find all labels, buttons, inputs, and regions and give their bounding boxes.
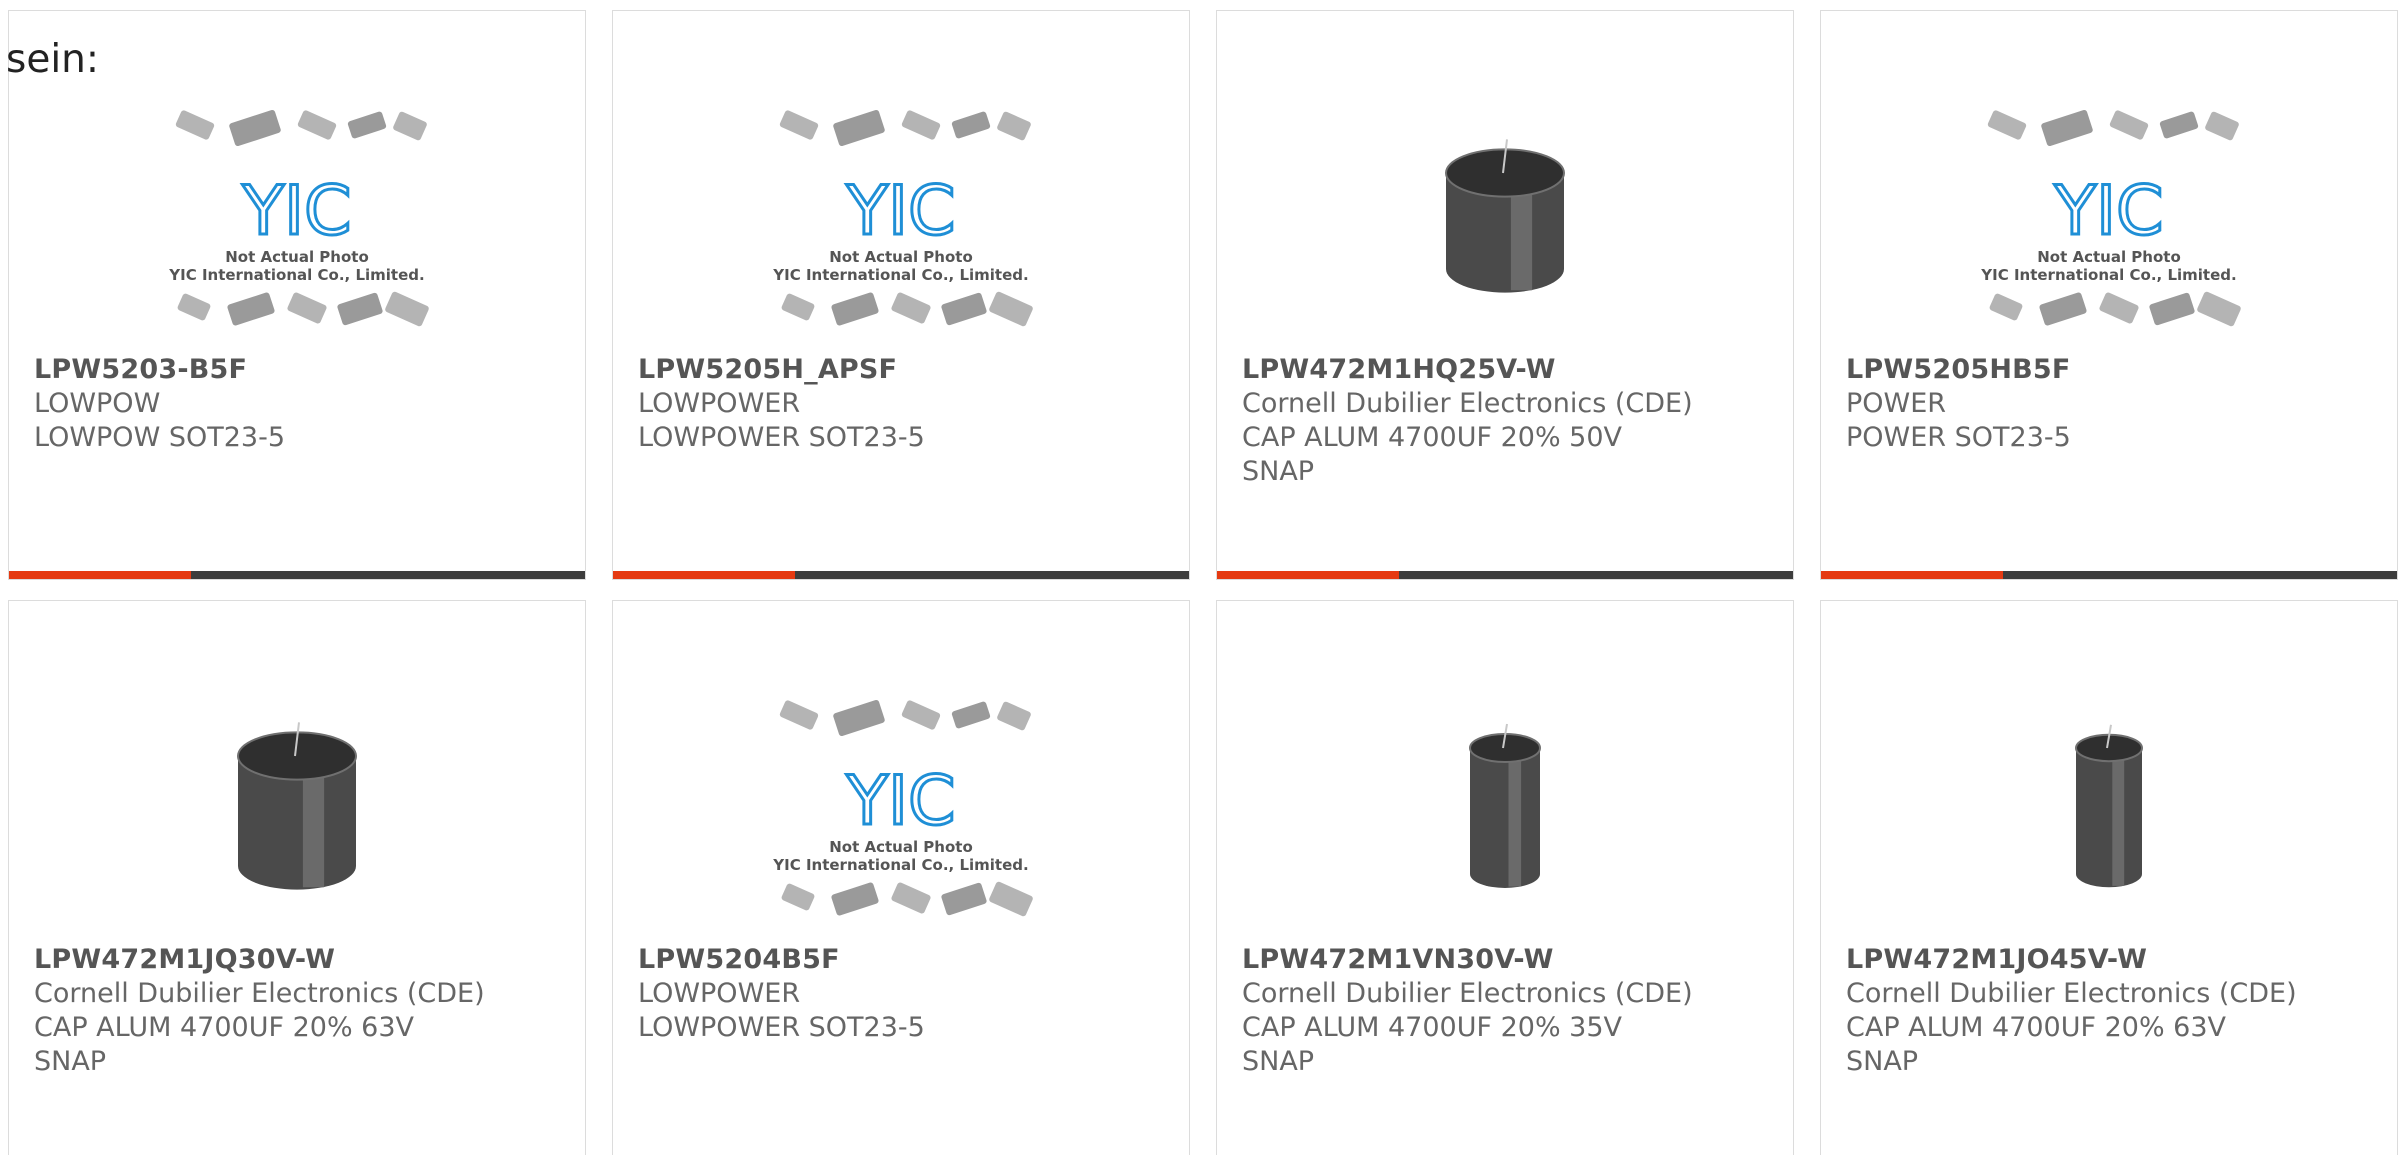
yic-logo-graphic: YICNot Actual PhotoYIC International Co.… — [772, 699, 1033, 917]
yic-placeholder-image: YIC Not Actual Photo YIC International Co.… — [1971, 96, 2247, 346]
product-card[interactable]: LPW472M1VN30V-W Cornell Dubilier Electro… — [1216, 600, 1794, 1155]
manufacturer-name: Cornell Dubilier Electronics (CDE) — [1242, 388, 1693, 419]
capacitor-graphic — [1445, 139, 1565, 293]
product-card[interactable]: LPW472M1JQ30V-W Cornell Dubilier Electro… — [8, 600, 586, 1155]
manufacturer-name: Cornell Dubilier Electronics (CDE) — [1242, 978, 1693, 1009]
card-footer-bar — [613, 571, 1189, 579]
card-accent-bar — [1217, 571, 1399, 579]
product-description: LOWPOWER SOT23-5 — [638, 1012, 925, 1043]
capacitor-image — [1367, 686, 1643, 936]
manufacturer-name: Cornell Dubilier Electronics (CDE) — [34, 978, 485, 1009]
product-card[interactable]: LPW472M1JO45V-W Cornell Dubilier Electro… — [1820, 600, 2398, 1155]
yic-placeholder-image: YIC Not Actual Photo YIC International Co.… — [159, 96, 435, 346]
yic-logo-graphic: YICNot Actual PhotoYIC International Co.… — [168, 109, 429, 327]
part-number-link[interactable]: LPW472M1VN30V-W — [1242, 943, 1773, 977]
capacitor-graphic — [1469, 723, 1541, 888]
part-number-link[interactable]: LPW5204B5F — [638, 943, 1169, 977]
product-card[interactable]: YIC Not Actual Photo YIC International Co.… — [612, 10, 1190, 580]
product-description: CAP ALUM 4700UF 20% 63V SNAP — [34, 1012, 415, 1077]
placeholder-company: YIC International Co., Limited. — [772, 856, 1028, 874]
part-number-link[interactable]: LPW5203-B5F — [34, 353, 565, 387]
placeholder-company: YIC International Co., Limited. — [1980, 266, 2236, 284]
capacitor-image — [159, 686, 435, 936]
manufacturer-name: Cornell Dubilier Electronics (CDE) — [1846, 978, 2297, 1009]
placeholder-caption: Not Actual Photo — [829, 248, 973, 266]
manufacturer-name: LOWPOWER — [638, 388, 801, 419]
part-number-link[interactable]: LPW5205H_APSF — [638, 353, 1169, 387]
product-description: LOWPOW SOT23-5 — [34, 422, 286, 453]
placeholder-company: YIC International Co., Limited. — [772, 266, 1028, 284]
product-card[interactable]: YIC Not Actual Photo YIC International Co.… — [1820, 10, 2398, 580]
card-accent-bar — [9, 571, 191, 579]
yic-logo-graphic: YICNot Actual PhotoYIC International Co.… — [772, 109, 1033, 327]
product-description: POWER SOT23-5 — [1846, 422, 2071, 453]
yic-logo-graphic: YICNot Actual PhotoYIC International Co.… — [1980, 109, 2241, 327]
placeholder-caption: Not Actual Photo — [2037, 248, 2181, 266]
placeholder-caption: Not Actual Photo — [829, 838, 973, 856]
card-footer-bar — [9, 571, 585, 579]
placeholder-company: YIC International Co., Limited. — [168, 266, 424, 284]
part-number-link[interactable]: LPW5205HB5F — [1846, 353, 2377, 387]
part-number-link[interactable]: LPW472M1JQ30V-W — [34, 943, 565, 977]
manufacturer-name: LOWPOWER — [638, 978, 801, 1009]
yic-logo-text: YIC — [2053, 172, 2163, 251]
product-description: LOWPOWER SOT23-5 — [638, 422, 925, 453]
capacitor-image — [1971, 686, 2247, 936]
intro-text: sein: — [6, 37, 100, 82]
manufacturer-name: LOWPOW — [34, 388, 161, 419]
yic-logo-text: YIC — [845, 172, 955, 251]
product-description: CAP ALUM 4700UF 20% 63V SNAP — [1846, 1012, 2227, 1077]
capacitor-image — [1367, 96, 1643, 346]
yic-logo-text: YIC — [241, 172, 351, 251]
part-number-link[interactable]: LPW472M1JO45V-W — [1846, 943, 2377, 977]
capacitor-graphic — [237, 722, 357, 890]
card-footer-bar — [1217, 571, 1793, 579]
card-accent-bar — [613, 571, 795, 579]
product-card[interactable]: YIC Not Actual Photo YIC International Co.… — [612, 600, 1190, 1155]
product-description: CAP ALUM 4700UF 20% 50V SNAP — [1242, 422, 1623, 487]
yic-logo-text: YIC — [845, 762, 955, 841]
yic-placeholder-image: YIC Not Actual Photo YIC International Co.… — [763, 686, 1039, 936]
part-number-link[interactable]: LPW472M1HQ25V-W — [1242, 353, 1773, 387]
capacitor-graphic — [2075, 724, 2143, 888]
product-card[interactable]: YIC Not Actual Photo YIC International Co.… — [8, 10, 586, 580]
card-footer-bar — [1821, 571, 2397, 579]
placeholder-caption: Not Actual Photo — [225, 248, 369, 266]
yic-placeholder-image: YIC Not Actual Photo YIC International Co.… — [763, 96, 1039, 346]
product-description: CAP ALUM 4700UF 20% 35V SNAP — [1242, 1012, 1623, 1077]
product-grid: sein: YIC Not Actual Photo YIC Internation… — [0, 0, 2400, 1155]
manufacturer-name: POWER — [1846, 388, 1947, 419]
card-accent-bar — [1821, 571, 2003, 579]
product-card[interactable]: LPW472M1HQ25V-W Cornell Dubilier Electro… — [1216, 10, 1794, 580]
